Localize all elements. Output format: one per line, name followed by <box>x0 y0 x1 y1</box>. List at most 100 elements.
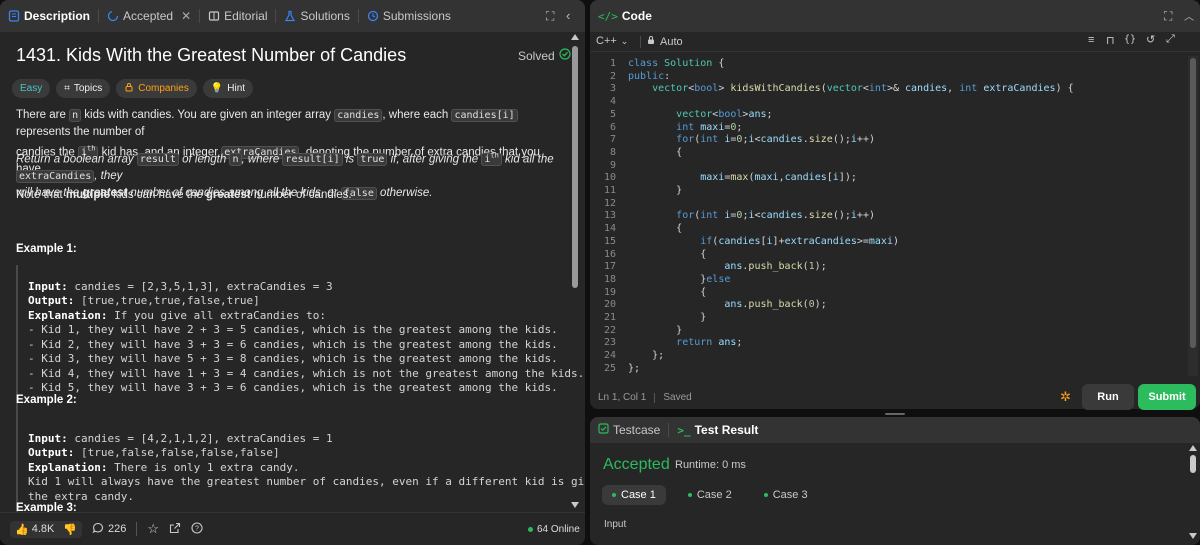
scroll-down-arrow[interactable] <box>571 502 579 508</box>
panel-resize-handle[interactable] <box>885 413 905 415</box>
run-button[interactable]: Run <box>1082 384 1134 410</box>
hint-button[interactable]: 💡 Hint <box>202 79 254 98</box>
scroll-up-arrow[interactable] <box>1189 445 1197 451</box>
scroll-down-arrow[interactable] <box>1189 533 1197 539</box>
editor-scrollbar[interactable] <box>1188 56 1198 376</box>
expand-icon[interactable]: ⤢ <box>1166 33 1175 46</box>
problem-footer: 👍 4.8K 👎 226 ☆ ? 64 Online <box>0 512 585 545</box>
line-number: 12 <box>603 197 616 209</box>
case-status-dot <box>687 493 692 497</box>
online-count: 64 Online <box>537 523 580 535</box>
line-number: 21 <box>603 312 616 324</box>
code-content[interactable]: class Solution { public: vector<bool> ki… <box>628 58 1074 376</box>
case-tab[interactable]: Case 3 <box>754 485 818 505</box>
online-indicator: 64 Online <box>528 524 580 535</box>
comments-button[interactable]: 226 <box>92 522 126 537</box>
example-line: Explanation: If you give all extraCandie… <box>28 309 584 324</box>
svg-text:?: ? <box>195 525 199 532</box>
case-tab[interactable]: Case 2 <box>678 485 742 505</box>
result-tabbar: Testcase >_ Test Result <box>590 417 1200 443</box>
language-select[interactable]: C++ ⌄ <box>596 35 628 47</box>
tab-test-result-label: Test Result <box>694 423 759 437</box>
text: Note that <box>16 189 66 201</box>
line-number: 20 <box>603 299 616 311</box>
runtime-text: Runtime: 0 ms <box>675 459 746 471</box>
help-icon[interactable]: ? <box>191 521 203 537</box>
input-label: Input <box>604 519 627 530</box>
case-tab[interactable]: Case 1 <box>602 485 666 505</box>
chevron-down-icon: ⌄ <box>620 35 629 46</box>
line-number: 1 <box>609 58 616 69</box>
reset-icon[interactable]: ↺ <box>1146 33 1155 46</box>
case-label: Case 2 <box>696 489 732 501</box>
case-status-dot <box>612 493 616 497</box>
value: candies = [2,3,5,1,3], extraCandies = 3 <box>67 279 333 293</box>
collapse-icon[interactable]: ‹ <box>566 8 570 23</box>
chevron-up-icon[interactable]: ︿ <box>1184 8 1194 23</box>
terminal-icon: >_ <box>677 423 691 437</box>
scroll-up-arrow[interactable] <box>571 34 579 40</box>
label: Output: <box>28 446 75 459</box>
checkbox-icon <box>598 423 609 437</box>
companies-button[interactable]: Companies <box>116 79 197 98</box>
example-line: Input: candies = [2,3,5,1,3], extraCandi… <box>28 280 584 295</box>
topics-label: Topics <box>73 83 103 94</box>
close-icon[interactable]: ✕ <box>181 9 191 23</box>
scrollbar[interactable] <box>571 32 579 512</box>
tag-icon: ⌗ <box>64 83 70 94</box>
code-title: Code <box>621 9 652 23</box>
braces-icon[interactable]: {} <box>1124 34 1136 45</box>
tab-description[interactable]: Description <box>8 9 90 23</box>
example-line: Input: candies = [4,2,1,1,2], extraCandi… <box>28 432 585 447</box>
tab-divider <box>357 9 359 23</box>
accepted-icon <box>107 10 119 22</box>
line-number: 6 <box>609 121 616 133</box>
tab-testcase-label: Testcase <box>613 423 661 437</box>
code-editor[interactable]: 1 2 3 4 5 6 7 8 9 10 11 12 13 14 15 16 17 18 19 20 21 22 23 24 2… <box>590 58 1188 378</box>
topics-button[interactable]: ⌗ Topics <box>56 79 111 98</box>
history-icon <box>367 10 379 22</box>
comment-count: 226 <box>108 523 127 535</box>
like-button[interactable]: 👍 4.8K 👎 <box>10 520 83 538</box>
case-label: Case 1 <box>621 489 656 501</box>
label: Explanation: <box>28 460 108 474</box>
text: kids can have the <box>109 189 206 201</box>
tab-submissions[interactable]: Submissions <box>367 9 451 23</box>
problem-panel: Description Accepted ✕ Editorial Solutio… <box>0 0 585 545</box>
line-number: 9 <box>609 159 616 171</box>
tab-testcase[interactable]: Testcase <box>598 423 660 437</box>
line-number: 2 <box>609 70 616 82</box>
companies-label: Companies <box>138 83 189 94</box>
debug-icon[interactable]: ✲ <box>1060 389 1071 405</box>
share-icon[interactable] <box>169 522 181 537</box>
code-icon: </> <box>598 9 618 23</box>
line-number: 11 <box>603 185 616 197</box>
auto-mode[interactable]: Auto <box>646 35 683 48</box>
thumbs-down-icon[interactable]: 👎 <box>63 523 77 536</box>
code-n: n <box>229 153 242 167</box>
bookmark-icon[interactable]: ⊓ <box>1106 34 1115 47</box>
text: of length <box>178 153 230 166</box>
submit-button[interactable]: Submit <box>1138 384 1196 410</box>
language-label: C++ <box>596 35 617 47</box>
tab-editorial[interactable]: Editorial <box>208 9 267 23</box>
tab-test-result[interactable]: >_ Test Result <box>677 423 758 437</box>
comment-icon <box>92 522 104 537</box>
scrollbar-thumb[interactable] <box>572 46 578 288</box>
maximize-icon[interactable]: ⛶ <box>546 9 554 24</box>
format-icon[interactable]: ≡ <box>1088 34 1094 46</box>
like-count: 4.8K <box>31 523 55 535</box>
maximize-icon[interactable]: ⛶ <box>1164 9 1172 24</box>
scrollbar-thumb[interactable] <box>1190 455 1196 473</box>
text: , where each <box>382 109 452 121</box>
scrollbar-thumb[interactable] <box>1190 58 1196 348</box>
line-number: 23 <box>603 337 616 349</box>
hint-label: Hint <box>227 83 246 94</box>
tab-accepted[interactable]: Accepted ✕ <box>107 9 191 23</box>
result-scrollbar[interactable] <box>1188 443 1198 543</box>
tab-solutions[interactable]: Solutions <box>284 9 350 23</box>
problem-tabbar: Description Accepted ✕ Editorial Solutio… <box>0 0 585 32</box>
example-line: Kid 1 will always have the greatest numb… <box>28 475 585 488</box>
star-icon[interactable]: ☆ <box>147 521 159 537</box>
case-tabs: Case 1 Case 2 Case 3 <box>602 485 818 505</box>
